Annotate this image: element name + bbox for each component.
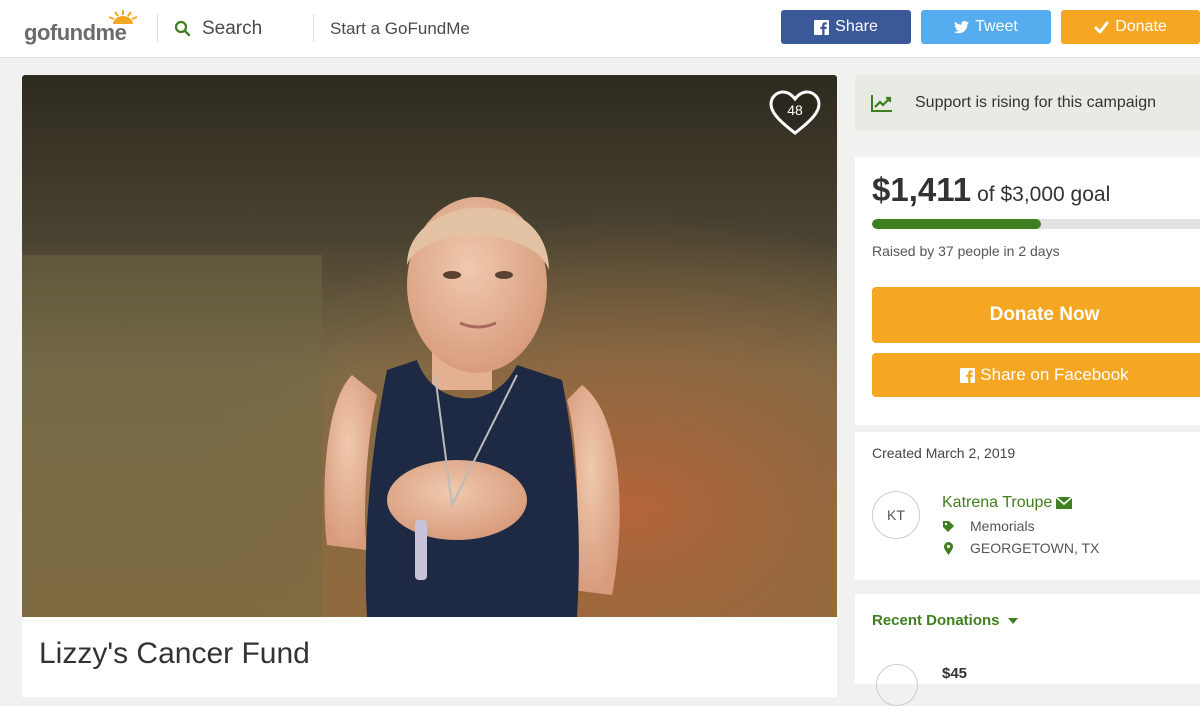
logo-wordmark: gofundme — [24, 20, 127, 46]
tweet-button[interactable]: Tweet — [921, 10, 1051, 44]
organizer-avatar: KT — [872, 491, 920, 539]
search-label: Search — [202, 18, 263, 39]
recent-donations-card: Recent Donations $45 — [855, 594, 1200, 706]
donate-now-button[interactable]: Donate Now — [872, 287, 1200, 343]
mail-icon[interactable] — [1055, 496, 1073, 510]
recent-donations-toggle[interactable]: Recent Donations — [872, 612, 1018, 629]
twitter-icon — [954, 20, 970, 33]
share-button[interactable]: Share — [781, 10, 911, 44]
share-label: Share — [835, 18, 878, 35]
location-label: GEORGETOWN, TX — [970, 540, 1100, 556]
facebook-icon — [814, 19, 830, 35]
like-count: 48 — [787, 102, 803, 118]
goal-text: of $3,000 goal — [977, 183, 1111, 206]
campaign-category[interactable]: Memorials — [942, 518, 1035, 534]
start-gofundme-link[interactable]: Start a GoFundMe — [330, 19, 470, 39]
search-link[interactable]: Search — [174, 17, 262, 41]
campaign-photo — [22, 75, 837, 617]
support-rising-text: Support is rising for this campaign — [915, 94, 1156, 111]
organizer-name: Katrena Troupe — [942, 494, 1053, 511]
title-card: Lizzy's Cancer Fund — [22, 617, 837, 697]
raised-summary: $1,411 of $3,000 goal — [872, 171, 1110, 209]
nav-divider — [313, 14, 314, 42]
organizer-card: Created March 2, 2019 KT Katrena Troupe … — [855, 432, 1200, 580]
tweet-label: Tweet — [975, 18, 1018, 35]
map-pin-icon — [944, 541, 953, 555]
share-on-facebook-label: Share on Facebook — [980, 365, 1129, 384]
facebook-icon — [960, 367, 976, 383]
logo-word-me: me — [95, 20, 127, 45]
trend-up-icon — [871, 95, 892, 112]
caret-down-icon — [1007, 617, 1018, 624]
gofundme-logo[interactable]: gofundme — [24, 10, 140, 46]
tag-icon — [943, 520, 954, 532]
support-rising-banner: Support is rising for this campaign — [855, 75, 1200, 131]
campaign-location: GEORGETOWN, TX — [942, 540, 1099, 556]
top-navigation: gofundme Search Start a GoFundMe Share T… — [0, 0, 1200, 58]
header-donate-button[interactable]: Donate — [1061, 10, 1200, 44]
created-date: Created March 2, 2019 — [872, 445, 1016, 461]
share-on-facebook-button[interactable]: Share on Facebook — [872, 353, 1200, 397]
donor-avatar — [876, 664, 918, 706]
campaign-title: Lizzy's Cancer Fund — [39, 637, 310, 670]
recent-donations-label: Recent Donations — [872, 612, 1000, 629]
progress-bar — [872, 219, 1200, 229]
raised-by-text: Raised by 37 people in 2 days — [872, 243, 1060, 259]
campaign-photo-image — [22, 75, 837, 617]
logo-word-gofund: gofund — [24, 20, 96, 45]
category-label: Memorials — [970, 518, 1035, 534]
search-icon — [174, 20, 191, 37]
donate-label: Donate — [1115, 18, 1167, 35]
fundraising-card: $1,411 of $3,000 goal Raised by 37 peopl… — [855, 157, 1200, 425]
check-icon — [1094, 21, 1109, 33]
progress-fill — [872, 219, 1042, 229]
raised-amount: $1,411 — [872, 171, 972, 208]
organizer-name-link[interactable]: Katrena Troupe — [942, 494, 1073, 512]
nav-divider — [157, 14, 158, 42]
